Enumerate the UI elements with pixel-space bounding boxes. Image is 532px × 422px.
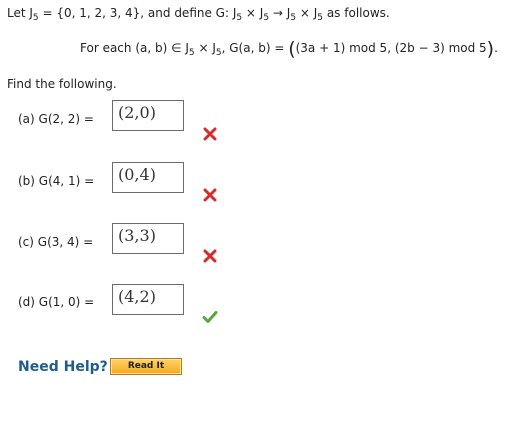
- intro-text: × J: [242, 6, 264, 20]
- incorrect-x-icon: [203, 249, 217, 263]
- intro-text: × J: [296, 6, 318, 20]
- part-d-label: (d) G(1, 0) =: [18, 295, 95, 309]
- part-a-label: (a) G(2, 2) =: [18, 112, 94, 126]
- open-paren: (: [288, 38, 296, 60]
- part-b-answer-input[interactable]: (0,4): [112, 162, 184, 193]
- intro-line: Let J5 = {0, 1, 2, 3, 4}, and define G: …: [7, 6, 390, 23]
- close-paren: ): [486, 38, 495, 60]
- definition-text: For each (a, b) ∈ J: [80, 41, 189, 55]
- read-it-button[interactable]: Read It: [110, 358, 182, 375]
- intro-text: Let J: [7, 6, 33, 20]
- intro-text: as follows.: [323, 6, 390, 20]
- part-a-answer-input[interactable]: (2,0): [112, 100, 184, 131]
- part-c-label: (c) G(3, 4) =: [18, 235, 94, 249]
- part-c-answer-input[interactable]: (3,3): [112, 223, 184, 254]
- definition-formula: (3a + 1) mod 5, (2b − 3) mod 5: [295, 41, 487, 55]
- part-b-label: (b) G(4, 1) =: [18, 174, 95, 188]
- definition-text: .: [494, 41, 498, 55]
- definition-text: , G(a, b) =: [221, 41, 289, 55]
- intro-text: = {0, 1, 2, 3, 4}, and define G: J: [38, 6, 237, 20]
- incorrect-x-icon: [203, 188, 217, 202]
- correct-check-icon: [202, 311, 218, 323]
- find-instruction: Find the following.: [7, 77, 117, 91]
- incorrect-x-icon: [203, 127, 217, 141]
- definition-line: For each (a, b) ∈ J5 × J5, G(a, b) = ((3…: [80, 38, 498, 60]
- intro-text: → J: [269, 6, 291, 20]
- part-d-answer-input[interactable]: (4,2): [112, 284, 184, 315]
- need-help-label: Need Help?: [18, 359, 108, 375]
- definition-text: × J: [194, 41, 216, 55]
